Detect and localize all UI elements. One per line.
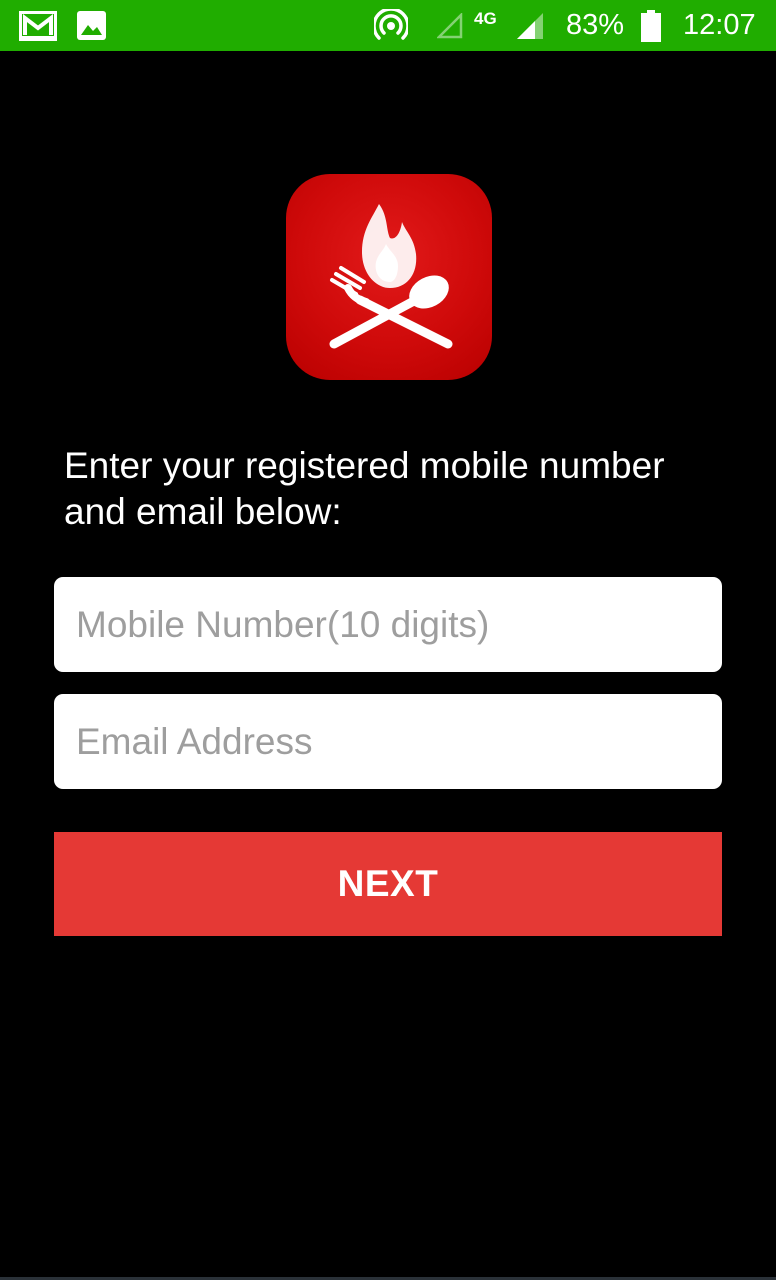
email-input[interactable] [54,694,722,789]
network-type: 4G [474,9,497,28]
instruction-text: Enter your registered mobile number and … [64,445,665,532]
app-logo [286,174,492,380]
battery-icon [640,0,662,51]
mobile-number-field[interactable] [54,577,722,672]
flame-fork-spoon-icon [329,204,453,349]
battery-percent: 83% [566,9,625,41]
next-button[interactable]: NEXT [54,832,722,936]
signal-icon [516,0,544,51]
status-bar: 4G 83% 12:07 [0,0,776,51]
clock: 12:07 [683,9,756,41]
signal-empty-icon [436,0,464,51]
mobile-number-input[interactable] [54,577,722,672]
email-field[interactable] [54,694,722,789]
forgot-password-screen: 4G 83% 12:07 Enter your registered mobil… [0,0,776,1280]
image-icon [76,0,106,51]
gmail-icon [18,0,58,51]
hotspot-icon [374,0,408,51]
